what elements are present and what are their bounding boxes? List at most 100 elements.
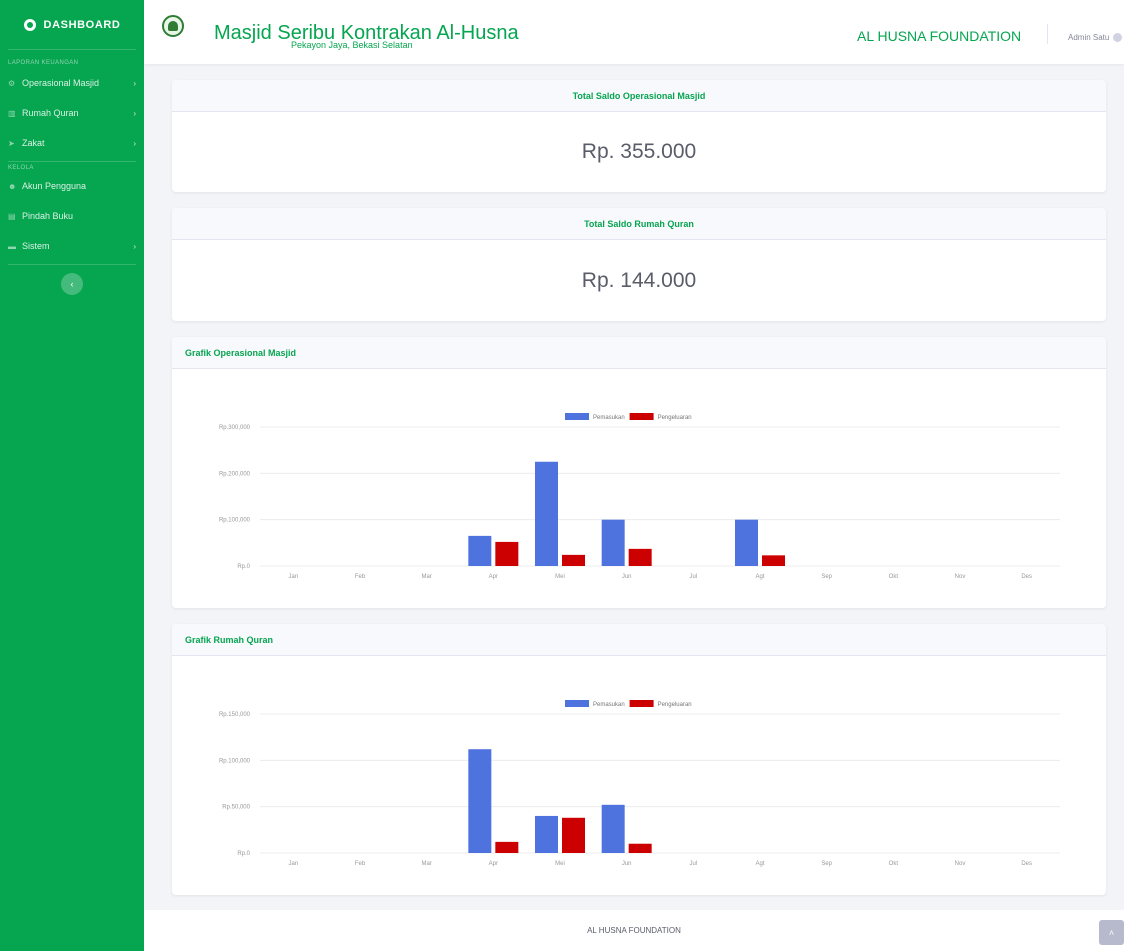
users-icon: ☻	[8, 181, 17, 191]
bar-pengeluaran-mei	[562, 817, 585, 853]
chart-legend: Pemasukan Pengeluaran	[565, 700, 692, 708]
saldo-masjid-title: Total Saldo Operasional Masjid	[172, 80, 1106, 112]
x-tick-label: Mei	[555, 574, 565, 580]
x-tick-label: Mar	[421, 574, 431, 580]
bar-pemasukan-mei	[535, 461, 558, 566]
x-tick-label: Mei	[555, 861, 565, 867]
saldo-masjid-card: Total Saldo Operasional Masjid Rp. 355.0…	[172, 80, 1106, 192]
y-tick-label: Rp.50,000	[222, 805, 250, 811]
x-tick-label: Feb	[355, 574, 366, 580]
bar-pengeluaran-mei	[562, 554, 585, 566]
legend-label-pengeluaran: Pengeluaran	[658, 702, 692, 708]
legend-label-pemasukan: Pemasukan	[593, 702, 625, 708]
y-tick-label: Rp.100,000	[219, 758, 251, 764]
sidebar-item-label: Akun Pengguna	[22, 181, 87, 191]
topbar-divider	[1047, 24, 1048, 44]
legend-swatch-pemasukan	[565, 413, 589, 420]
x-tick-label: Des	[1021, 574, 1032, 580]
footer-text: AL HUSNA FOUNDATION	[587, 926, 681, 935]
bar-pengeluaran-apr	[495, 841, 519, 853]
x-tick-label: Des	[1021, 861, 1032, 867]
y-tick-label: Rp.0	[237, 564, 250, 570]
send-icon: ➤	[8, 138, 15, 148]
sidebar-item-label: Zakat	[22, 138, 45, 148]
bar-pengeluaran-jun	[628, 843, 652, 853]
sidebar-item-akun-pengguna[interactable]: ☻ Akun Pengguna	[0, 171, 144, 201]
x-tick-label: Apr	[489, 861, 498, 867]
x-tick-label: Okt	[889, 574, 899, 580]
legend-swatch-pemasukan	[565, 700, 589, 707]
sidebar-brand-label: DASHBOARD	[43, 18, 121, 31]
chevron-left-icon: ‹	[70, 279, 74, 289]
x-tick-label: Nov	[955, 574, 966, 580]
grafik-masjid-chart: Pemasukan Pengeluaran Rp.0 Rp.100,000 Rp.200…	[219, 413, 1060, 580]
legend-swatch-pengeluaran	[629, 700, 654, 707]
saldo-quran-amount: Rp. 144.000	[581, 268, 697, 292]
x-tick-label: Nov	[955, 861, 966, 867]
dashboard-icon	[23, 18, 36, 31]
legend-label-pengeluaran: Pengeluaran	[658, 415, 692, 421]
bar-pengeluaran-apr	[495, 541, 519, 566]
y-tick-label: Rp.300,000	[219, 425, 251, 431]
x-tick-label: Jan	[288, 574, 298, 580]
page-subtitle: Pekayon Jaya, Bekasi Selatan	[291, 40, 413, 50]
y-tick-label: Rp.200,000	[219, 471, 251, 477]
sidebar-item-pindah-buku[interactable]: ▤ Pindah Buku	[0, 201, 144, 231]
y-tick-label: Rp.0	[237, 851, 250, 857]
saldo-quran-card: Total Saldo Rumah Quran Rp. 144.000	[172, 208, 1106, 321]
x-tick-label: Mar	[421, 861, 431, 867]
user-menu[interactable]: Admin Satu	[1068, 33, 1123, 42]
x-tick-label: Feb	[355, 861, 366, 867]
grafik-masjid-title: Grafik Operasional Masjid	[172, 337, 1106, 369]
user-avatar-icon	[1113, 33, 1123, 42]
x-tick-label: Jun	[622, 861, 632, 867]
bar-pengeluaran-agt	[762, 555, 785, 566]
sidebar-brand[interactable]: DASHBOARD	[8, 0, 136, 50]
saldo-masjid-amount: Rp. 355.000	[581, 140, 697, 163]
chart-legend: Pemasukan Pengeluaran	[565, 413, 692, 421]
footer: AL HUSNA FOUNDATION	[144, 910, 1124, 951]
user-name: Admin Satu	[1068, 33, 1110, 42]
x-tick-label: Jul	[689, 861, 697, 867]
sidebar-toggle-button[interactable]: ‹	[61, 273, 83, 295]
chevron-right-icon: ›	[133, 78, 136, 88]
chevron-right-icon: ›	[133, 138, 136, 148]
scroll-to-top-button[interactable]: ˄	[1099, 920, 1124, 945]
y-tick-label: Rp.100,000	[219, 518, 251, 524]
legend-label-pemasukan: Pemasukan	[593, 415, 625, 421]
legend-swatch-pengeluaran	[629, 413, 654, 420]
bar-pemasukan-apr	[468, 749, 492, 853]
folder-icon: ▬	[8, 241, 16, 251]
topbar: Masjid Seribu Kontrakan Al-Husna Pekayon…	[144, 0, 1124, 64]
sidebar-item-sistem[interactable]: ▬ Sistem ›	[0, 231, 144, 261]
x-tick-label: Jul	[689, 574, 697, 580]
x-tick-label: Agt	[755, 574, 764, 580]
mosque-logo-icon	[162, 15, 184, 37]
sidebar-item-label: Operasional Masjid	[22, 78, 100, 88]
x-tick-label: Jan	[288, 861, 298, 867]
x-tick-label: Apr	[489, 574, 498, 580]
bar-pemasukan-jun	[601, 519, 625, 566]
x-tick-label: Jun	[622, 574, 632, 580]
bar-pemasukan-jun	[601, 804, 625, 853]
sidebar: DASHBOARD LAPORAN KEUANGAN ⚙ Operasional…	[0, 0, 144, 951]
bar-pemasukan-agt	[735, 519, 758, 566]
sidebar-item-operasional-masjid[interactable]: ⚙ Operasional Masjid ›	[0, 68, 144, 98]
chevron-up-icon: ˄	[1108, 927, 1115, 938]
x-tick-label: Sep	[821, 861, 832, 867]
x-tick-label: Agt	[755, 861, 764, 867]
sidebar-divider	[8, 161, 136, 162]
sidebar-divider	[8, 264, 136, 265]
x-tick-label: Okt	[889, 861, 899, 867]
sidebar-item-rumah-quran[interactable]: ▥ Rumah Quran ›	[0, 98, 144, 128]
grafik-quran-title: Grafik Rumah Quran	[172, 624, 1106, 656]
foundation-name: AL HUSNA FOUNDATION	[857, 28, 1022, 44]
chevron-right-icon: ›	[133, 241, 136, 251]
chevron-right-icon: ›	[133, 108, 136, 118]
sidebar-item-label: Sistem	[22, 241, 50, 251]
bar-pengeluaran-jun	[628, 548, 652, 566]
grafik-quran-chart: Pemasukan Pengeluaran Rp.0 Rp.50,000 Rp.100,…	[219, 700, 1060, 867]
sidebar-item-zakat[interactable]: ➤ Zakat ›	[0, 128, 144, 158]
bar-pemasukan-apr	[468, 535, 492, 566]
sidebar-item-label: Pindah Buku	[22, 211, 74, 221]
